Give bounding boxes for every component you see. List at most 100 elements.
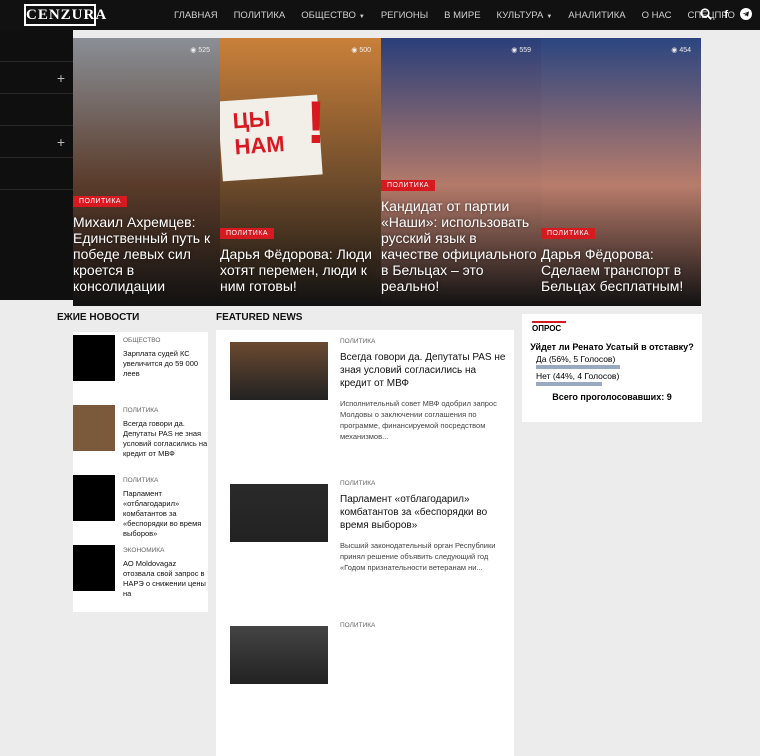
hero-card-text: ПОЛИТИКА Дарья Фёдорова: Люди хотят перем… bbox=[220, 222, 377, 294]
item-title[interactable]: Всегда говори да. Депутаты PAS не зная у… bbox=[340, 351, 506, 390]
featured-thumbnail[interactable] bbox=[230, 484, 328, 542]
item-title[interactable]: Всегда говори да. Депутаты PAS не зная у… bbox=[123, 419, 208, 459]
latest-news-heading: ЕЖИЕ НОВОСТИ bbox=[57, 312, 140, 323]
featured-item[interactable]: ПОЛИТИКА bbox=[216, 614, 514, 756]
site-logo[interactable]: CENZURA bbox=[24, 4, 106, 26]
list-item-info: ОБЩЕСТВО Зарплата судей КС увеличится до … bbox=[115, 335, 208, 396]
caret-down-icon: ▼ bbox=[546, 13, 553, 20]
nav-item[interactable]: КУЛЬТУРА ▼ bbox=[489, 10, 561, 21]
item-category[interactable]: ПОЛИТИКА bbox=[340, 622, 375, 629]
list-item[interactable]: ПОЛИТИКА Всегда говори да. Депутаты PAS н… bbox=[73, 402, 208, 472]
hero-card-text: ПОЛИТИКА Михаил Ахремцев: Единственный пу… bbox=[73, 190, 216, 294]
item-excerpt: Исполнительный совет МВФ одобрил запрос … bbox=[340, 399, 497, 441]
item-title[interactable]: Парламент «отблагодарил» комбатантов за … bbox=[340, 493, 506, 532]
hero-card-title[interactable]: Дарья Фёдорова: Люди хотят перемен, люди… bbox=[220, 246, 377, 294]
category-badge[interactable]: ПОЛИТИКА bbox=[541, 228, 596, 239]
hero-card-text: ПОЛИТИКА Кандидат от партии «Наши»: испол… bbox=[381, 174, 537, 294]
featured-news-list: ПОЛИТИКА Всегда говори да. Депутаты PAS н… bbox=[216, 330, 514, 756]
item-category[interactable]: ПОЛИТИКА bbox=[123, 407, 208, 414]
plus-icon[interactable]: + bbox=[57, 70, 65, 86]
side-menu-row[interactable]: + bbox=[0, 62, 73, 94]
hero-card[interactable]: ◉ 454 ПОЛИТИКА Дарья Фёдорова: Сделаем тра… bbox=[541, 38, 701, 306]
views-count: ◉ 525 bbox=[190, 46, 210, 54]
list-item-info: ЭКОНОМИКА АО Moldovagaz отозвала свой зап… bbox=[115, 545, 208, 606]
poll-heading: ОПРОС bbox=[532, 321, 702, 336]
hero-card-title[interactable]: Михаил Ахремцев: Единственный путь к поб… bbox=[73, 214, 216, 294]
side-menu-row[interactable] bbox=[0, 94, 73, 126]
list-item-info: ПОЛИТИКА Парламент «отблагодарил» комбата… bbox=[115, 475, 208, 539]
hero-card[interactable]: ◉ 559 ПОЛИТИКА Кандидат от партии «Наши»: … bbox=[381, 38, 541, 306]
nav-item-label: КУЛЬТУРА bbox=[496, 9, 544, 21]
poll-widget: ОПРОС Уйдет ли Ренато Усатый в отставку?… bbox=[522, 314, 702, 422]
item-excerpt: Высший законодательный орган Республики … bbox=[340, 541, 496, 572]
featured-news-column: FEATURED NEWS ПОЛИТИКА Всегда говори да. … bbox=[216, 312, 514, 756]
nav-item[interactable]: ПОЛИТИКА bbox=[226, 10, 294, 21]
nav-item[interactable]: ГЛАВНАЯ bbox=[166, 10, 226, 21]
category-badge[interactable]: ПОЛИТИКА bbox=[73, 196, 128, 207]
nav-item[interactable]: ОБЩЕСТВО ▼ bbox=[293, 10, 373, 21]
plus-icon[interactable]: + bbox=[57, 134, 65, 150]
poster-exclamation: ! bbox=[306, 89, 326, 156]
item-title[interactable]: Парламент «отблагодарил» комбатантов за … bbox=[123, 489, 208, 539]
side-menu-row[interactable] bbox=[0, 30, 73, 62]
telegram-icon[interactable] bbox=[740, 7, 752, 23]
item-category[interactable]: ЭКОНОМИКА bbox=[123, 547, 208, 554]
item-title[interactable]: АО Moldovagaz отозвала свой запрос в НАР… bbox=[123, 559, 208, 599]
header-icons: f bbox=[700, 0, 752, 30]
poll-option[interactable]: Да (56%, 5 Голосов) bbox=[536, 354, 702, 364]
news-thumbnail[interactable] bbox=[73, 405, 115, 451]
list-item[interactable]: ЭКОНОМИКА АО Moldovagaz отозвала свой зап… bbox=[73, 542, 208, 612]
search-icon[interactable] bbox=[700, 7, 713, 23]
poll-option[interactable]: Нет (44%, 4 Голосов) bbox=[536, 371, 702, 381]
views-count: ◉ 500 bbox=[351, 46, 371, 54]
item-title[interactable]: Зарплата судей КС увеличится до 59 000 л… bbox=[123, 349, 208, 379]
featured-item[interactable]: ПОЛИТИКА Парламент «отблагодарил» комбата… bbox=[216, 472, 514, 614]
featured-thumbnail[interactable] bbox=[230, 626, 328, 684]
nav-item-label: ГЛАВНАЯ bbox=[174, 9, 218, 21]
news-thumbnail[interactable] bbox=[73, 545, 115, 591]
poll-total: Всего проголосовавших: 9 bbox=[552, 392, 672, 402]
list-item-info: ПОЛИТИКА Всегда говори да. Депутаты PAS н… bbox=[115, 405, 208, 466]
latest-news-list: ОБЩЕСТВО Зарплата судей КС увеличится до … bbox=[73, 332, 208, 612]
news-thumbnail[interactable] bbox=[73, 475, 115, 521]
featured-item-info: ПОЛИТИКА bbox=[328, 622, 375, 756]
featured-news-heading: FEATURED NEWS bbox=[216, 312, 303, 323]
top-bar: CENZURA ГЛАВНАЯ ПОЛИТИКА ОБЩЕСТВО ▼ РЕГИОНЫ В… bbox=[0, 0, 760, 30]
views-count: ◉ 559 bbox=[511, 46, 531, 54]
side-menu-row[interactable] bbox=[0, 158, 73, 190]
hero-card[interactable]: ЦЫ НАМ! ◉ 500 ПОЛИТИКА Дарья Фёдорова: Люди … bbox=[220, 38, 381, 306]
side-menu: + + bbox=[0, 30, 73, 300]
poll-question: Уйдет ли Ренато Усатый в отставку? bbox=[530, 342, 694, 352]
nav-item-label: ОБЩЕСТВО bbox=[301, 9, 356, 21]
hero-card-text: ПОЛИТИКА Дарья Фёдорова: Сделаем транспор… bbox=[541, 222, 697, 294]
item-category[interactable]: ПОЛИТИКА bbox=[123, 477, 208, 484]
nav-item-label: РЕГИОНЫ bbox=[380, 9, 429, 21]
category-badge[interactable]: ПОЛИТИКА bbox=[220, 228, 275, 239]
item-category[interactable]: ОБЩЕСТВО bbox=[123, 337, 208, 344]
category-badge[interactable]: ПОЛИТИКА bbox=[381, 180, 436, 191]
nav-item[interactable]: В МИРЕ bbox=[436, 10, 488, 21]
poll-result-bar bbox=[536, 365, 620, 369]
featured-thumbnail[interactable] bbox=[230, 342, 328, 400]
item-category[interactable]: ПОЛИТИКА bbox=[340, 338, 506, 345]
side-menu-row[interactable]: + bbox=[0, 126, 73, 158]
hero-card[interactable]: ◉ 525 ПОЛИТИКА Михаил Ахремцев: Единственн… bbox=[73, 38, 220, 306]
item-category[interactable]: ПОЛИТИКА bbox=[340, 480, 506, 487]
hero-card-title[interactable]: Дарья Фёдорова: Сделаем транспорт в Бель… bbox=[541, 246, 697, 294]
poll-result-bar bbox=[536, 382, 602, 386]
news-thumbnail[interactable] bbox=[73, 335, 115, 381]
views-number: 559 bbox=[519, 47, 531, 54]
views-number: 525 bbox=[198, 47, 210, 54]
hero-card-title[interactable]: Кандидат от партии «Наши»: использовать … bbox=[381, 198, 537, 294]
featured-item-info: ПОЛИТИКА Парламент «отблагодарил» комбата… bbox=[328, 480, 506, 614]
list-item[interactable]: ОБЩЕСТВО Зарплата судей КС увеличится до … bbox=[73, 332, 208, 402]
nav-item[interactable]: О НАС bbox=[634, 10, 680, 21]
views-count: ◉ 454 bbox=[671, 46, 691, 54]
nav-item[interactable]: РЕГИОНЫ bbox=[373, 10, 436, 21]
list-item[interactable]: ПОЛИТИКА Парламент «отблагодарил» комбата… bbox=[73, 472, 208, 542]
facebook-icon[interactable]: f bbox=[724, 9, 728, 21]
views-number: 454 bbox=[679, 47, 691, 54]
nav-item[interactable]: АНАЛИТИКА bbox=[560, 10, 633, 21]
featured-item[interactable]: ПОЛИТИКА Всегда говори да. Депутаты PAS н… bbox=[216, 330, 514, 472]
poll-options: Да (56%, 5 Голосов) Нет (44%, 4 Голосов) bbox=[522, 354, 702, 386]
